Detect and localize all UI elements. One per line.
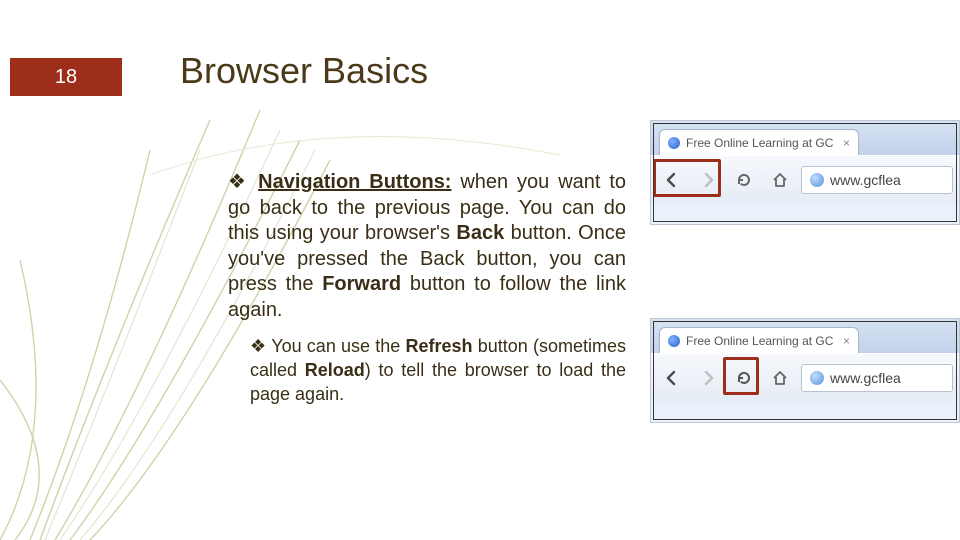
nav-toolbar: www.gcflea — [651, 353, 959, 401]
reload-word: Reload — [305, 360, 365, 380]
forward-word: Forward — [322, 273, 401, 295]
page-number-badge: 18 — [10, 58, 122, 96]
back-button — [657, 363, 687, 393]
back-word: Back — [456, 222, 504, 244]
arrow-left-icon — [663, 369, 681, 387]
browser-tab: Free Online Learning at GC × — [659, 129, 859, 155]
bullet2-text-a: You can use the — [266, 336, 405, 356]
tab-bar: Free Online Learning at GC × — [651, 121, 959, 155]
url-text: www.gcflea — [830, 172, 901, 188]
address-bar: www.gcflea — [801, 166, 953, 194]
arrow-left-icon — [663, 171, 681, 189]
close-tab-icon: × — [843, 136, 850, 150]
browser-illustration-reload: Free Online Learning at GC × www.gcflea — [650, 318, 960, 423]
browser-tab: Free Online Learning at GC × — [659, 327, 859, 353]
tab-bar: Free Online Learning at GC × — [651, 319, 959, 353]
back-button — [657, 165, 687, 195]
home-button — [765, 363, 795, 393]
url-text: www.gcflea — [830, 370, 901, 386]
bullet-navigation-buttons: ❖ Navigation Buttons: when you want to g… — [228, 170, 626, 324]
address-bar: www.gcflea — [801, 364, 953, 392]
favicon-icon — [668, 137, 680, 149]
reload-button — [729, 165, 759, 195]
arrow-right-icon — [699, 171, 717, 189]
close-tab-icon: × — [843, 334, 850, 348]
page-number: 18 — [55, 66, 77, 89]
browser-illustration-back-forward: Free Online Learning at GC × www.gcflea — [650, 120, 960, 225]
favicon-icon — [668, 335, 680, 347]
bullet-lead: Navigation Buttons: — [258, 171, 451, 193]
home-icon — [771, 369, 789, 387]
refresh-word: Refresh — [406, 336, 473, 356]
bullet-marker-icon: ❖ — [228, 171, 249, 193]
reload-button — [729, 363, 759, 393]
nav-toolbar: www.gcflea — [651, 155, 959, 203]
reload-icon — [735, 369, 753, 387]
globe-icon — [810, 173, 824, 187]
forward-button — [693, 363, 723, 393]
tab-title: Free Online Learning at GC — [686, 136, 833, 150]
home-button — [765, 165, 795, 195]
body-content: ❖ Navigation Buttons: when you want to g… — [228, 170, 626, 406]
tab-title: Free Online Learning at GC — [686, 334, 833, 348]
globe-icon — [810, 371, 824, 385]
forward-button — [693, 165, 723, 195]
reload-icon — [735, 171, 753, 189]
bullet-refresh: ❖ You can use the Refresh button (someti… — [250, 334, 626, 407]
bullet-marker-icon: ❖ — [250, 336, 266, 356]
home-icon — [771, 171, 789, 189]
slide-title: Browser Basics — [180, 50, 428, 92]
arrow-right-icon — [699, 369, 717, 387]
